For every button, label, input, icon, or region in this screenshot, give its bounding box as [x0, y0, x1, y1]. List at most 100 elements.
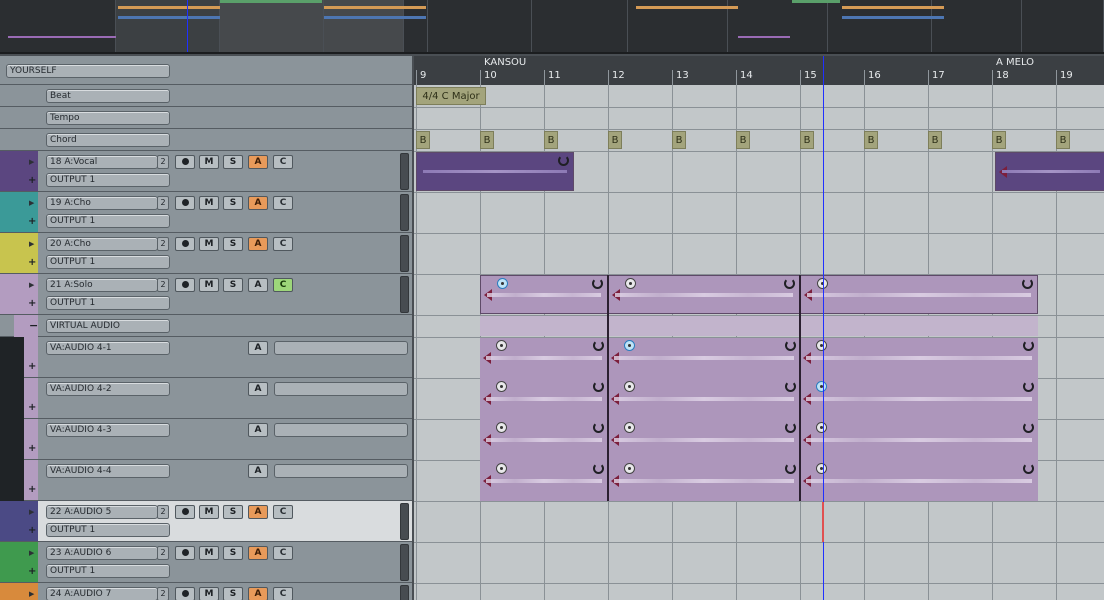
va-clip[interactable] [608, 461, 800, 501]
track-name-field[interactable]: 23 A:AUDIO 6 [46, 546, 158, 560]
take-select-icon[interactable] [624, 381, 635, 392]
va-clip[interactable] [480, 420, 608, 460]
c-button-active[interactable]: C [273, 278, 293, 292]
mute-button[interactable]: M [199, 505, 219, 519]
loop-icon[interactable] [785, 381, 796, 392]
chord-tag[interactable]: B [800, 131, 814, 149]
va-name-field[interactable]: VA:AUDIO 4-2 [46, 382, 170, 396]
track-21-solo[interactable]: ▶ + 21 A:Solo 2 M S A C OUTPUT 1 [0, 274, 412, 315]
track-scroll-handle[interactable] [400, 585, 409, 600]
take-select-icon[interactable] [816, 340, 827, 351]
add-lane-icon[interactable]: + [28, 525, 36, 536]
take-select-icon[interactable] [496, 340, 507, 351]
loop-icon[interactable] [593, 340, 604, 351]
expand-arrow-icon[interactable]: ▶ [29, 590, 34, 598]
expand-arrow-icon[interactable]: ▶ [29, 158, 34, 166]
record-button[interactable] [175, 505, 195, 519]
c-button[interactable]: C [273, 237, 293, 251]
collapse-icon[interactable]: − [29, 319, 38, 332]
loop-icon[interactable] [592, 278, 603, 289]
solo-button[interactable]: S [223, 587, 243, 600]
arrangement-grid[interactable]: KANSOU A MELO 9 10 11 12 13 14 15 16 17 … [414, 56, 1104, 600]
va-clip[interactable] [800, 379, 1038, 419]
add-lane-icon[interactable]: + [28, 402, 36, 413]
chord-track-label[interactable]: Chord [46, 133, 170, 147]
audio-clip-vocal[interactable] [416, 152, 574, 191]
chord-tag[interactable]: B [416, 131, 430, 149]
solo-button[interactable]: S [223, 196, 243, 210]
va-fader[interactable] [274, 423, 408, 437]
track-22-audio5[interactable]: ▶ + 22 A:AUDIO 5 2 M S A C OUTPUT 1 [0, 501, 412, 542]
song-title-field[interactable]: YOURSELF [6, 64, 170, 78]
loop-icon[interactable] [1023, 340, 1034, 351]
audio-clip-solo[interactable] [608, 275, 800, 314]
add-lane-icon[interactable]: + [28, 443, 36, 454]
audio-button[interactable]: A [248, 505, 268, 519]
audio-button[interactable]: A [248, 464, 268, 478]
audio-button[interactable]: A [248, 587, 268, 600]
take-select-icon[interactable] [625, 278, 636, 289]
track-name-field[interactable]: 20 A:Cho [46, 237, 158, 251]
take-select-icon[interactable] [816, 381, 827, 392]
c-button[interactable]: C [273, 155, 293, 169]
audio-button[interactable]: A [248, 196, 268, 210]
take-select-icon[interactable] [497, 278, 508, 289]
expand-arrow-icon[interactable]: ▶ [29, 240, 34, 248]
take-select-icon[interactable] [496, 381, 507, 392]
record-button[interactable] [175, 587, 195, 600]
track-name-field[interactable]: 22 A:AUDIO 5 [46, 505, 158, 519]
loop-icon[interactable] [593, 463, 604, 474]
beat-key-tag[interactable]: 4/4 C Major [416, 87, 486, 105]
take-select-icon[interactable] [496, 463, 507, 474]
track-20-cho[interactable]: ▶ + 20 A:Cho 2 M S A C OUTPUT 1 [0, 233, 412, 274]
track-scroll-handle[interactable] [400, 503, 409, 540]
record-button[interactable] [175, 546, 195, 560]
va-clip[interactable] [480, 338, 608, 378]
va-fader[interactable] [274, 341, 408, 355]
chord-tag[interactable]: B [992, 131, 1006, 149]
expand-arrow-icon[interactable]: ▶ [29, 549, 34, 557]
add-lane-icon[interactable]: + [28, 298, 36, 309]
loop-icon[interactable] [784, 278, 795, 289]
track-18-vocal[interactable]: ▶ + 18 A:Vocal 2 M S A C OUTPUT 1 [0, 151, 412, 192]
add-lane-icon[interactable]: + [28, 216, 36, 227]
track-scroll-handle[interactable] [400, 544, 409, 581]
loop-icon[interactable] [1023, 422, 1034, 433]
record-button[interactable] [175, 278, 195, 292]
output-select[interactable]: OUTPUT 1 [46, 214, 170, 228]
va-clip[interactable] [608, 338, 800, 378]
loop-icon[interactable] [1022, 278, 1033, 289]
audio-button[interactable]: A [248, 155, 268, 169]
chord-tag[interactable]: B [480, 131, 494, 149]
take-select-icon[interactable] [624, 422, 635, 433]
track-scroll-handle[interactable] [400, 235, 409, 272]
track-name-field[interactable]: 19 A:Cho [46, 196, 158, 210]
va-name-field[interactable]: VA:AUDIO 4-3 [46, 423, 170, 437]
track-scroll-handle[interactable] [400, 276, 409, 313]
audio-clip-vocal[interactable] [995, 152, 1104, 191]
chord-tag[interactable]: B [736, 131, 750, 149]
mute-button[interactable]: M [199, 587, 219, 600]
mute-button[interactable]: M [199, 196, 219, 210]
output-select[interactable]: OUTPUT 1 [46, 173, 170, 187]
solo-button[interactable]: S [223, 546, 243, 560]
audio-clip-solo[interactable] [800, 275, 1038, 314]
audio-button[interactable]: A [248, 423, 268, 437]
track-scroll-handle[interactable] [400, 153, 409, 190]
track-19-cho[interactable]: ▶ + 19 A:Cho 2 M S A C OUTPUT 1 [0, 192, 412, 233]
take-select-icon[interactable] [816, 463, 827, 474]
song-overview[interactable] [0, 0, 1104, 54]
expand-arrow-icon[interactable]: ▶ [29, 508, 34, 516]
va-lane-3[interactable]: + VA:AUDIO 4-3 A [0, 419, 412, 460]
take-select-icon[interactable] [624, 463, 635, 474]
record-button[interactable] [175, 237, 195, 251]
va-clip[interactable] [480, 379, 608, 419]
chord-tag[interactable]: B [672, 131, 686, 149]
loop-icon[interactable] [558, 155, 569, 166]
va-lane-2[interactable]: + VA:AUDIO 4-2 A [0, 378, 412, 419]
mute-button[interactable]: M [199, 546, 219, 560]
add-lane-icon[interactable]: + [28, 361, 36, 372]
va-fader[interactable] [274, 464, 408, 478]
audio-clip-solo[interactable] [480, 275, 608, 314]
track-name-field[interactable]: 24 A:AUDIO 7 [46, 587, 158, 600]
